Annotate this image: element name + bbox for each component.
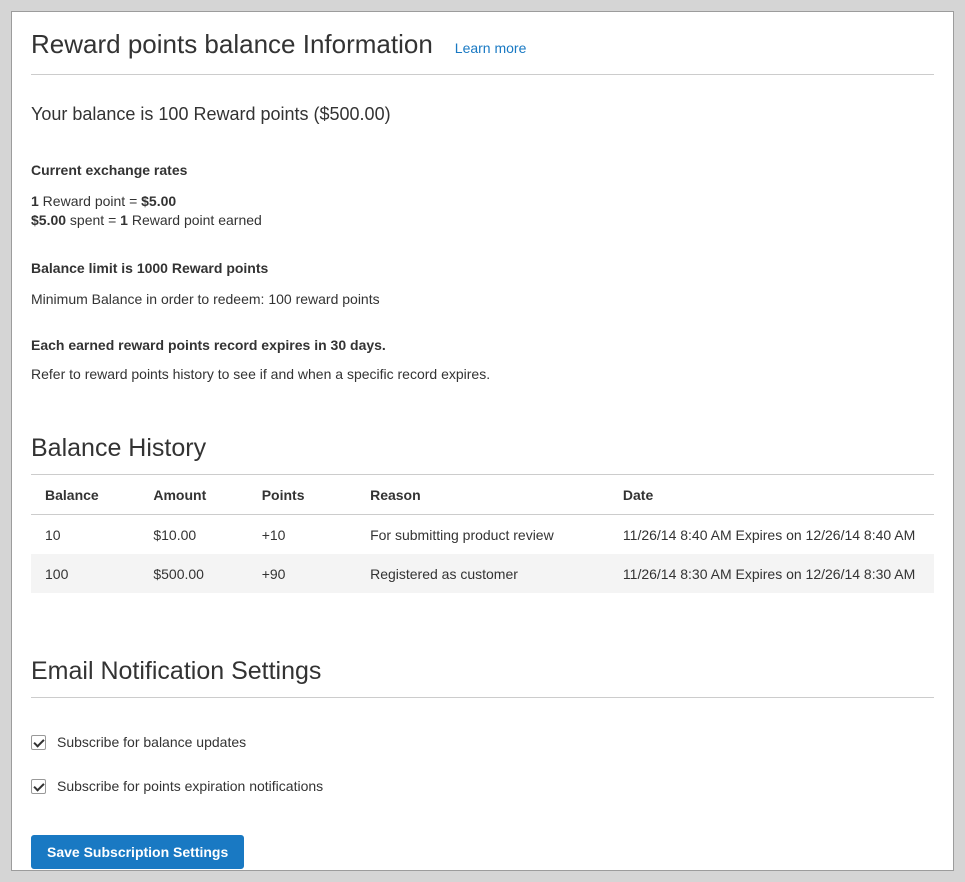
column-header-points: Points [248, 475, 356, 515]
minimum-balance-note: Minimum Balance in order to redeem: 100 … [31, 291, 934, 307]
table-row: 10 $10.00 +10 For submitting product rev… [31, 515, 934, 555]
rate1-value: $5.00 [141, 193, 176, 209]
balance-history-table: Balance Amount Points Reason Date 10 $10… [31, 475, 934, 593]
expiration-note: Refer to reward points history to see if… [31, 366, 934, 382]
expiration-heading: Each earned reward points record expires… [31, 337, 934, 353]
rate2-points: 1 [120, 212, 128, 228]
column-header-reason: Reason [356, 475, 609, 515]
page-title: Reward points balance Information [31, 29, 433, 60]
column-header-amount: Amount [139, 475, 247, 515]
page-header: Reward points balance Information Learn … [31, 12, 934, 75]
column-header-balance: Balance [31, 475, 139, 515]
column-header-date: Date [609, 475, 934, 515]
subscribe-expiration-notifications-checkbox[interactable] [31, 779, 46, 794]
table-header-row: Balance Amount Points Reason Date [31, 475, 934, 515]
cell-balance: 10 [31, 515, 139, 555]
exchange-rate-points-to-currency: 1 Reward point = $5.00 [31, 192, 934, 211]
subscribe-balance-updates-row: Subscribe for balance updates [31, 734, 934, 750]
cell-amount: $10.00 [139, 515, 247, 555]
rate2-text: spent = [66, 212, 120, 228]
cell-points: +90 [248, 554, 356, 593]
balance-summary: Your balance is 100 Reward points ($500.… [31, 104, 934, 125]
cell-date: 11/26/14 8:30 AM Expires on 12/26/14 8:3… [609, 554, 934, 593]
exchange-rate-currency-to-points: $5.00 spent = 1 Reward point earned [31, 211, 934, 230]
save-subscription-settings-button[interactable]: Save Subscription Settings [31, 835, 244, 869]
email-notification-settings-title: Email Notification Settings [31, 657, 934, 698]
table-row: 100 $500.00 +90 Registered as customer 1… [31, 554, 934, 593]
cell-balance: 100 [31, 554, 139, 593]
cell-reason: For submitting product review [356, 515, 609, 555]
cell-date: 11/26/14 8:40 AM Expires on 12/26/14 8:4… [609, 515, 934, 555]
subscribe-expiration-notifications-row: Subscribe for points expiration notifica… [31, 778, 934, 794]
cell-points: +10 [248, 515, 356, 555]
reward-points-panel: Reward points balance Information Learn … [11, 11, 954, 871]
exchange-rates-heading: Current exchange rates [31, 162, 934, 178]
balance-limit-heading: Balance limit is 1000 Reward points [31, 260, 934, 276]
exchange-rates: 1 Reward point = $5.00 $5.00 spent = 1 R… [31, 192, 934, 230]
subscribe-balance-updates-label[interactable]: Subscribe for balance updates [57, 734, 246, 750]
rate2-suffix: Reward point earned [128, 212, 262, 228]
rate1-text: Reward point = [39, 193, 141, 209]
learn-more-link[interactable]: Learn more [455, 40, 527, 56]
cell-amount: $500.00 [139, 554, 247, 593]
subscribe-balance-updates-checkbox[interactable] [31, 735, 46, 750]
rate2-value: $5.00 [31, 212, 66, 228]
cell-reason: Registered as customer [356, 554, 609, 593]
balance-history-title: Balance History [31, 434, 934, 475]
subscribe-expiration-notifications-label[interactable]: Subscribe for points expiration notifica… [57, 778, 323, 794]
rate1-points: 1 [31, 193, 39, 209]
